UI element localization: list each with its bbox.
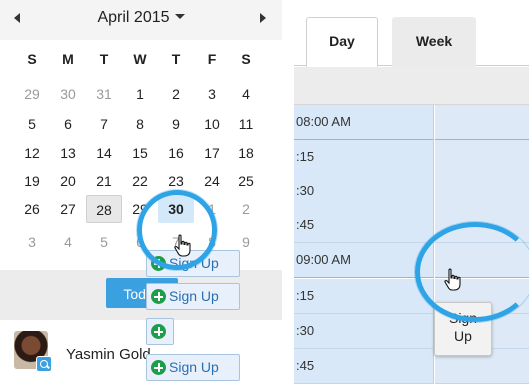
mini-calendar-panel: April 2015 SMTWTFS 29 30 31 1 2 3 4 5 6 7 8 9 10 11 12… [0, 0, 282, 387]
time-slot-cell[interactable] [435, 208, 529, 243]
schedule-panel: Day Week 08:00 AM:15:30:45 09:00 AM:15:30… [294, 0, 529, 387]
weekday-label: T [171, 51, 181, 67]
schedule-column-header [294, 67, 529, 105]
time-slot-row: :30 [294, 314, 529, 349]
weekday-label: S [241, 51, 251, 67]
time-slot-cell[interactable] [435, 105, 529, 140]
next-month-arrow-icon[interactable] [260, 13, 266, 23]
time-slot-row: :30 [294, 174, 529, 209]
time-slot-row: 09:00 AM [294, 243, 529, 278]
calendar-day[interactable]: 13 [50, 139, 86, 167]
time-slot-label: :45 [294, 208, 434, 243]
sign-up-button[interactable]: Sign Up [146, 283, 240, 310]
calendar-day[interactable]: 19 [14, 167, 50, 195]
calendar-day[interactable]: 22 [122, 167, 158, 195]
calendar-day[interactable]: 26 [14, 195, 50, 223]
calendar-day[interactable]: 5 [86, 228, 122, 256]
plus-circle-icon [151, 360, 166, 375]
calendar-day[interactable]: 7 [86, 110, 122, 138]
time-slot-label: :45 [294, 349, 434, 384]
calendar-day[interactable]: 18 [228, 139, 264, 167]
calendar-day[interactable]: 29 [122, 195, 158, 223]
weekday-label: S [27, 51, 37, 67]
calendar-day[interactable]: 6 [50, 110, 86, 138]
time-slot-row: :45 [294, 349, 529, 384]
calendar-day[interactable]: 10 [194, 110, 230, 138]
calendar-day[interactable]: 3 [194, 80, 230, 108]
weekday-label: M [62, 51, 74, 67]
calendar-header: April 2015 [0, 0, 282, 40]
calendar-day[interactable]: 16 [158, 139, 194, 167]
calendar-day[interactable]: 29 [14, 80, 50, 108]
calendar-day[interactable]: 5 [14, 110, 50, 138]
calendar-day[interactable]: 31 [86, 80, 122, 108]
tooltip-line: Up [454, 328, 472, 344]
calendar-day[interactable]: 15 [122, 139, 158, 167]
search-icon[interactable] [36, 356, 52, 372]
weekday-label: T [99, 51, 109, 67]
calendar-day[interactable]: 23 [158, 167, 194, 195]
sign-up-button[interactable]: Sign Up [146, 354, 240, 381]
time-slot-row: :45 [294, 208, 529, 243]
calendar-day[interactable]: 21 [86, 167, 122, 195]
tooltip-line: Sign [448, 310, 478, 326]
time-slot-cell[interactable] [435, 243, 529, 278]
time-slot-cell[interactable] [435, 174, 529, 209]
calendar-day[interactable]: 11 [228, 110, 264, 138]
calendar-day[interactable]: 27 [50, 195, 86, 223]
calendar-day[interactable]: 25 [228, 167, 264, 195]
calendar-day[interactable]: 2 [158, 80, 194, 108]
sign-up-button[interactable]: Sign Up [146, 250, 240, 277]
time-slot-label: :30 [294, 174, 434, 209]
calendar-day-today[interactable]: 28 [86, 195, 122, 223]
weekday-label: F [207, 51, 217, 67]
tab-week[interactable]: Week [392, 17, 476, 67]
calendar-day[interactable]: 14 [86, 139, 122, 167]
sign-up-button[interactable] [146, 318, 174, 345]
time-slot-label: :15 [294, 279, 434, 314]
calendar-day[interactable]: 1 [122, 80, 158, 108]
calendar-day[interactable]: 3 [14, 228, 50, 256]
sign-up-label: Sign Up [169, 359, 219, 375]
calendar-days-grid: 29 30 31 1 2 3 4 5 6 7 8 9 10 11 12 13 14 15 16 17 18 19 20 21 2… [0, 80, 282, 260]
time-slot-label: 08:00 AM [294, 105, 434, 140]
weekday-label: W [133, 51, 147, 67]
caret-down-icon [174, 14, 185, 19]
calendar-day[interactable]: 1 [194, 195, 230, 223]
weekday-header-row: SMTWTFS [0, 51, 282, 73]
user-name: Yasmin Gold [66, 346, 151, 363]
calendar-day[interactable]: 2 [228, 195, 264, 223]
sign-up-label: Sign Up [169, 255, 219, 271]
time-slot-label: 09:00 AM [294, 243, 434, 278]
calendar-day[interactable]: 30 [50, 80, 86, 108]
time-slot-label: :30 [294, 314, 434, 349]
time-slot-row: :15 [294, 140, 529, 175]
sign-up-label: Sign Up [169, 288, 219, 304]
calendar-day[interactable]: 24 [194, 167, 230, 195]
panel-splitter [284, 0, 294, 387]
calendar-day[interactable]: 8 [122, 110, 158, 138]
time-slot-row: :15 [294, 279, 529, 314]
month-label: April 2015 [97, 9, 170, 26]
month-selector[interactable]: April 2015 [0, 9, 282, 27]
calendar-day[interactable]: 20 [50, 167, 86, 195]
sign-up-tooltip: Sign Up [434, 302, 492, 356]
time-slot-label: :15 [294, 140, 434, 175]
calendar-day[interactable]: 12 [14, 139, 50, 167]
calendar-day[interactable]: 9 [158, 110, 194, 138]
tab-day[interactable]: Day [306, 17, 378, 67]
plus-circle-icon [151, 324, 166, 339]
view-tab-bar: Day Week [294, 0, 529, 67]
calendar-day-selected[interactable]: 30 [158, 195, 194, 223]
calendar-day[interactable]: 17 [194, 139, 230, 167]
calendar-day[interactable]: 4 [50, 228, 86, 256]
calendar-day[interactable]: 4 [228, 80, 264, 108]
plus-circle-icon [151, 289, 166, 304]
time-slot-row: 08:00 AM [294, 105, 529, 140]
time-slot-cell[interactable] [435, 140, 529, 175]
plus-circle-icon [151, 256, 166, 271]
